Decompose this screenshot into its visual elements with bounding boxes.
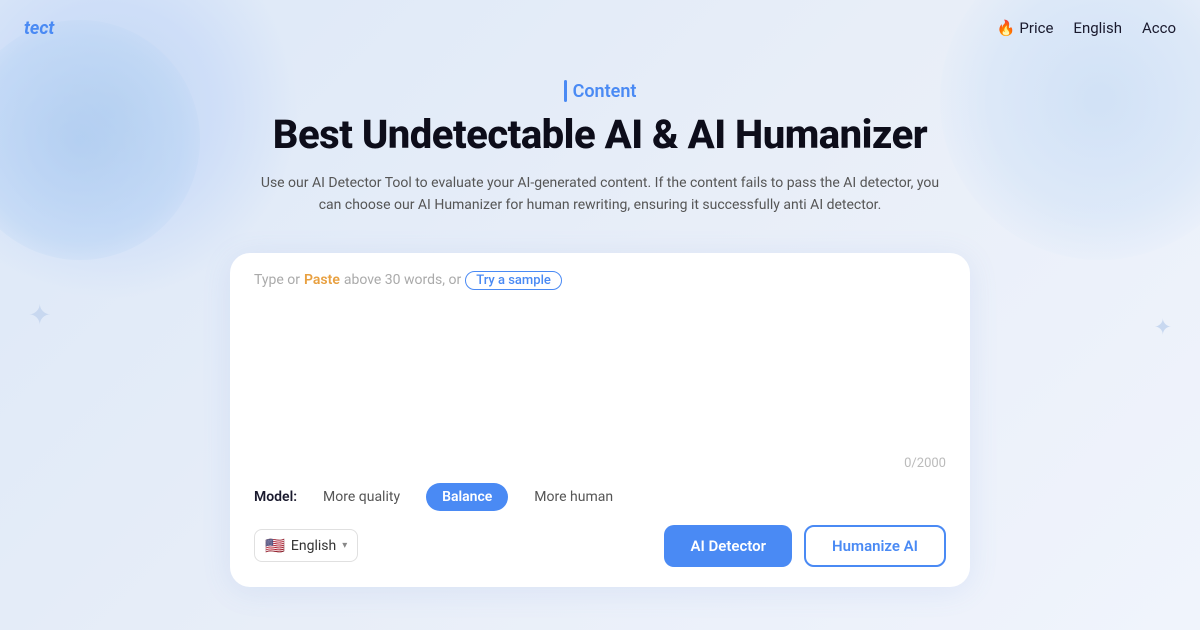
hint-middle: above 30 words, or bbox=[344, 272, 461, 288]
model-quality-button[interactable]: More quality bbox=[307, 483, 416, 511]
navbar: tect 🔥 Price English Acco bbox=[0, 0, 1200, 56]
paste-button[interactable]: Paste bbox=[304, 272, 340, 288]
price-label: Price bbox=[1019, 19, 1053, 37]
sample-button[interactable]: Try a sample bbox=[465, 271, 562, 290]
flag-icon: 🇺🇸 bbox=[265, 536, 285, 555]
subtitle-bar bbox=[564, 80, 567, 102]
hint-type: Type or bbox=[254, 272, 300, 288]
account-nav-item[interactable]: Acco bbox=[1142, 19, 1176, 37]
model-selector-row: Model: More quality Balance More human bbox=[254, 483, 946, 511]
logo: tect bbox=[24, 18, 54, 39]
hero-title: Best Undetectable AI & AI Humanizer bbox=[20, 112, 1180, 158]
hero-description: Use our AI Detector Tool to evaluate you… bbox=[260, 172, 940, 217]
star-icon-right: ✦ bbox=[1154, 315, 1172, 340]
price-nav-item[interactable]: 🔥 Price bbox=[997, 19, 1054, 37]
nav-right: 🔥 Price English Acco bbox=[997, 19, 1176, 37]
content-textarea[interactable] bbox=[254, 298, 946, 448]
ai-detector-button[interactable]: AI Detector bbox=[664, 525, 792, 567]
star-icon-left: ✦ bbox=[28, 299, 51, 332]
hero-subtitle-row: Content bbox=[20, 80, 1180, 102]
hero-subtitle-text: Content bbox=[573, 81, 637, 102]
char-count: 0/2000 bbox=[254, 456, 946, 471]
action-buttons: AI Detector Humanize AI bbox=[664, 525, 946, 567]
model-balance-button[interactable]: Balance bbox=[426, 483, 508, 511]
language-selector[interactable]: 🇺🇸 English ▾ bbox=[254, 529, 358, 562]
humanize-ai-button[interactable]: Humanize AI bbox=[804, 525, 946, 567]
model-human-button[interactable]: More human bbox=[518, 483, 629, 511]
language-nav-item[interactable]: English bbox=[1073, 19, 1122, 37]
hero-section: Content Best Undetectable AI & AI Humani… bbox=[0, 56, 1200, 253]
textarea-hint-row: Type or Paste above 30 words, or Try a s… bbox=[254, 271, 946, 290]
chevron-down-icon: ▾ bbox=[342, 540, 347, 551]
model-label: Model: bbox=[254, 489, 297, 505]
language-text: English bbox=[291, 538, 336, 554]
main-card: Type or Paste above 30 words, or Try a s… bbox=[230, 253, 970, 587]
fire-icon: 🔥 bbox=[997, 19, 1016, 37]
bottom-row: 🇺🇸 English ▾ AI Detector Humanize AI bbox=[254, 525, 946, 567]
